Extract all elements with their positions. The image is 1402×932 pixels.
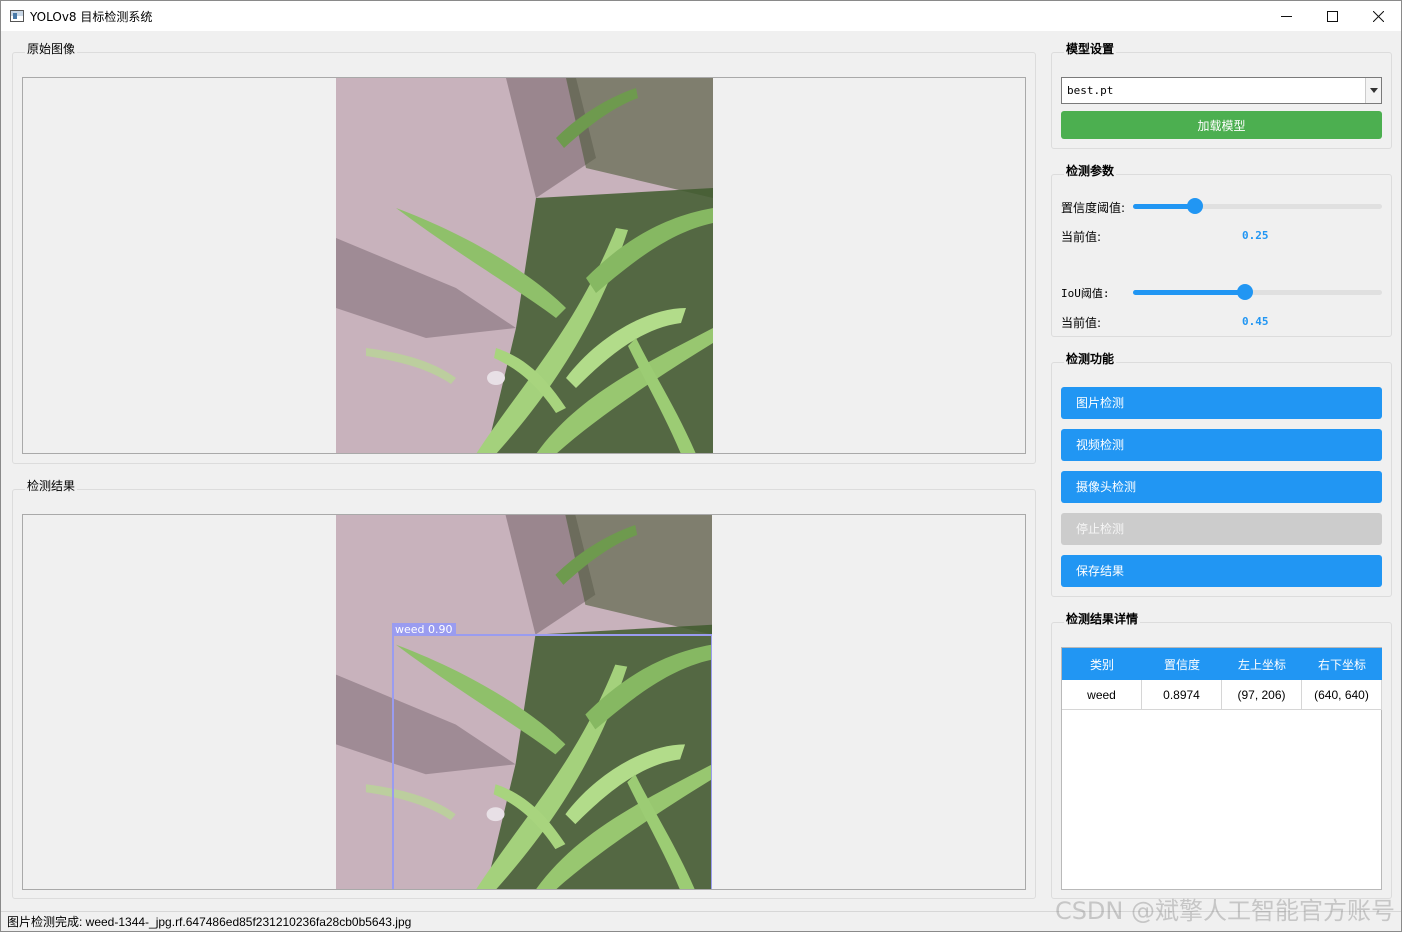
window-title: YOLOv8 目标检测系统 xyxy=(30,9,153,24)
original-image-title: 原始图像 xyxy=(25,40,78,57)
column-header-confidence[interactable]: 置信度 xyxy=(1142,648,1222,680)
result-table-header: 类别 置信度 左上坐标 右下坐标 xyxy=(1062,648,1382,680)
column-header-top-left[interactable]: 左上坐标 xyxy=(1222,648,1302,680)
original-image-frame xyxy=(22,77,1026,454)
iou-value: 0.45 xyxy=(1242,315,1269,328)
result-table: 类别 置信度 左上坐标 右下坐标 weed 0.8974 (97, 206) (… xyxy=(1061,647,1382,890)
iou-label: IoU阈值: xyxy=(1061,287,1110,300)
minimize-icon xyxy=(1280,15,1292,17)
iou-slider-handle[interactable] xyxy=(1237,284,1253,300)
iou-current-label: 当前值: xyxy=(1061,316,1102,330)
table-row[interactable]: weed 0.8974 (97, 206) (640, 640) xyxy=(1062,680,1382,710)
model-select[interactable]: best.pt xyxy=(1061,77,1382,104)
maximize-button[interactable] xyxy=(1309,1,1355,31)
maximize-icon xyxy=(1326,10,1338,22)
original-image xyxy=(336,78,713,453)
save-result-button[interactable]: 保存结果 xyxy=(1061,555,1382,587)
result-details-title: 检测结果详情 xyxy=(1064,610,1141,627)
chevron-down-icon[interactable] xyxy=(1365,78,1381,103)
window-controls xyxy=(1263,1,1401,31)
iou-slider[interactable] xyxy=(1133,284,1382,300)
detection-box xyxy=(392,634,712,889)
confidence-slider[interactable] xyxy=(1133,198,1382,214)
watermark: CSDN @斌擎人工智能官方账号 xyxy=(1054,897,1395,925)
detection-label: weed 0.90 xyxy=(392,623,456,636)
weed-photo xyxy=(336,78,713,453)
confidence-slider-handle[interactable] xyxy=(1187,198,1203,214)
image-detect-button[interactable]: 图片检测 xyxy=(1061,387,1382,419)
cell-confidence[interactable]: 0.8974 xyxy=(1142,680,1222,709)
load-model-button[interactable]: 加载模型 xyxy=(1061,111,1382,139)
result-image: weed 0.90 xyxy=(336,515,712,889)
confidence-label: 置信度阈值: xyxy=(1061,201,1126,215)
detect-functions-title: 检测功能 xyxy=(1064,350,1117,367)
column-header-bottom-right[interactable]: 右下坐标 xyxy=(1302,648,1382,680)
result-image-frame: weed 0.90 xyxy=(22,514,1026,890)
close-button[interactable] xyxy=(1355,1,1401,31)
column-header-class[interactable]: 类别 xyxy=(1062,648,1142,680)
model-select-value: best.pt xyxy=(1067,84,1114,97)
result-image-title: 检测结果 xyxy=(25,477,78,494)
cell-top-left[interactable]: (97, 206) xyxy=(1222,680,1302,709)
iou-slider-fill xyxy=(1133,290,1245,295)
model-settings-title: 模型设置 xyxy=(1064,40,1117,57)
camera-detect-button[interactable]: 摄像头检测 xyxy=(1061,471,1382,503)
confidence-current-label: 当前值: xyxy=(1061,230,1102,244)
app-icon xyxy=(10,10,24,22)
main-window: YOLOv8 目标检测系统 原始图像 检测结果 weed 0.90 模型设置 b… xyxy=(0,0,1402,932)
stop-detect-button[interactable]: 停止检测 xyxy=(1061,513,1382,545)
title-bar[interactable]: YOLOv8 目标检测系统 xyxy=(1,1,1401,31)
confidence-value: 0.25 xyxy=(1242,229,1269,242)
close-icon xyxy=(1372,10,1384,22)
confidence-slider-fill xyxy=(1133,204,1195,209)
cell-bottom-right[interactable]: (640, 640) xyxy=(1302,680,1382,709)
minimize-button[interactable] xyxy=(1263,1,1309,31)
detect-params-title: 检测参数 xyxy=(1064,162,1117,179)
cell-class[interactable]: weed xyxy=(1062,680,1142,709)
video-detect-button[interactable]: 视频检测 xyxy=(1061,429,1382,461)
status-text: 图片检测完成: weed-1344-_jpg.rf.647486ed85f231… xyxy=(7,915,412,929)
